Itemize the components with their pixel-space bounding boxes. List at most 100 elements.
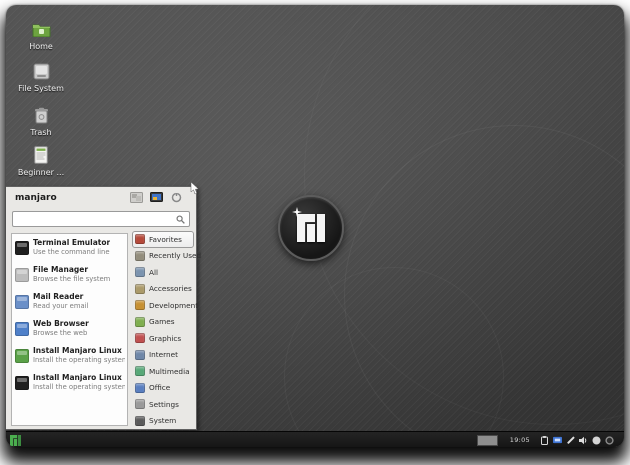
- screenshot-page: Home File System Trash Beginner ... manjaro: [0, 0, 630, 465]
- terminal-icon: [15, 241, 29, 255]
- category-label: Settings: [149, 400, 179, 409]
- applications-menu-button[interactable]: [9, 434, 21, 446]
- updates-icon[interactable]: [605, 435, 614, 445]
- category-office[interactable]: Office: [132, 380, 194, 397]
- manjaro-menu-icon: [10, 435, 21, 446]
- clock[interactable]: 19:05: [510, 436, 530, 444]
- category-label: Office: [149, 383, 170, 392]
- manjaro-logo-icon: [297, 214, 325, 242]
- category-all[interactable]: All: [132, 264, 194, 281]
- app-description: Install the operating system to...: [33, 356, 125, 364]
- wallpaper-swirl: [344, 125, 624, 447]
- category-recently-used[interactable]: Recently Used: [132, 248, 194, 265]
- app-name: Install Manjaro Linux: [33, 347, 125, 356]
- install-cli-icon: [15, 376, 29, 390]
- menu-app-web-browser[interactable]: Web BrowserBrowse the web: [12, 315, 127, 342]
- category-multimedia[interactable]: Multimedia: [132, 363, 194, 380]
- office-icon: [135, 383, 145, 393]
- logout-button[interactable]: [169, 191, 184, 204]
- games-icon: [135, 317, 145, 327]
- category-development[interactable]: Development: [132, 297, 194, 314]
- category-label: Recently Used: [149, 251, 201, 260]
- trash-icon: [31, 105, 51, 125]
- menu-app-file-manager[interactable]: File ManagerBrowse the file system: [12, 261, 127, 288]
- internet-icon: [135, 350, 145, 360]
- beginner-icon: [31, 145, 51, 165]
- taskbar-panel: 19:05: [6, 431, 624, 447]
- category-label: Internet: [149, 350, 178, 359]
- category-label: Multimedia: [149, 367, 190, 376]
- keyboard-layout-icon[interactable]: [553, 435, 562, 445]
- file-manager-icon: [15, 268, 29, 282]
- system-tray: 19:05: [477, 432, 614, 447]
- app-description: Read your email: [33, 302, 88, 310]
- system-icon: [135, 416, 145, 426]
- category-favorites[interactable]: Favorites: [132, 231, 194, 248]
- wallpaper-swirl: [304, 5, 624, 425]
- category-label: Graphics: [149, 334, 181, 343]
- category-settings[interactable]: Settings: [132, 396, 194, 413]
- all-icon: [135, 267, 145, 277]
- menu-app-terminal[interactable]: Terminal EmulatorUse the command line: [12, 234, 127, 261]
- category-internet[interactable]: Internet: [132, 347, 194, 364]
- clipboard-icon[interactable]: [540, 435, 549, 445]
- install-gui-icon: [15, 349, 29, 363]
- category-label: Accessories: [149, 284, 192, 293]
- desktop-icon-file-system[interactable]: File System: [12, 61, 70, 93]
- application-list: Terminal EmulatorUse the command lineFil…: [11, 233, 128, 426]
- category-label: Games: [149, 317, 175, 326]
- mouse-cursor: [190, 182, 200, 195]
- menu-app-install-cli[interactable]: Install Manjaro Linux (cli)Install the o…: [12, 369, 127, 396]
- avatar-icon: [130, 192, 143, 203]
- home-icon: [31, 19, 51, 39]
- recently-used-icon: [135, 251, 145, 261]
- menu-app-mail[interactable]: Mail ReaderRead your email: [12, 288, 127, 315]
- desktop-icon-label: Home: [29, 42, 53, 51]
- category-label: Favorites: [149, 235, 182, 244]
- volume-icon[interactable]: [579, 435, 588, 445]
- category-accessories[interactable]: Accessories: [132, 281, 194, 298]
- category-list: Favorites Recently Used All Accessories Deve…: [132, 231, 194, 429]
- settings-icon: [135, 399, 145, 409]
- search-input[interactable]: [12, 211, 190, 227]
- power-icon: [171, 192, 182, 203]
- menu-username: manjaro: [15, 193, 57, 203]
- pen-icon[interactable]: [566, 435, 575, 445]
- sparkle-icon: [292, 207, 302, 217]
- whisker-menu: manjaro: [6, 186, 197, 430]
- settings-button[interactable]: [149, 191, 164, 204]
- graphics-icon: [135, 333, 145, 343]
- app-description: Use the command line: [33, 248, 110, 256]
- workspace-pager[interactable]: [477, 435, 498, 446]
- desktop-icon-home[interactable]: Home: [12, 19, 70, 51]
- mail-icon: [15, 295, 29, 309]
- user-avatar-button[interactable]: [129, 191, 144, 204]
- desktop-icon-trash[interactable]: Trash: [12, 105, 70, 137]
- desktop-icon-label: File System: [18, 84, 64, 93]
- desktop: Home File System Trash Beginner ... manjaro: [6, 5, 624, 447]
- category-graphics[interactable]: Graphics: [132, 330, 194, 347]
- category-label: All: [149, 268, 158, 277]
- accessories-icon: [135, 284, 145, 294]
- manjaro-wallpaper-emblem: [278, 195, 344, 261]
- category-label: Development: [149, 301, 198, 310]
- menu-header: manjaro: [6, 187, 196, 207]
- wallpaper-swirl: [284, 267, 504, 447]
- app-description: Browse the web: [33, 329, 89, 337]
- menu-app-install-gui[interactable]: Install Manjaro LinuxInstall the operati…: [12, 342, 127, 369]
- category-system[interactable]: System: [132, 413, 194, 430]
- development-icon: [135, 300, 145, 310]
- search-icon: [176, 215, 185, 224]
- app-name: Install Manjaro Linux (cli): [33, 374, 125, 383]
- category-games[interactable]: Games: [132, 314, 194, 331]
- file-system-icon: [31, 61, 51, 81]
- app-name: Mail Reader: [33, 293, 88, 302]
- category-label: System: [149, 416, 176, 425]
- display-settings-icon: [150, 192, 163, 203]
- app-name: Terminal Emulator: [33, 239, 110, 248]
- notifications-icon[interactable]: [592, 435, 601, 445]
- app-name: File Manager: [33, 266, 110, 275]
- desktop-icon-beginner[interactable]: Beginner ...: [12, 145, 70, 177]
- desktop-icon-label: Beginner ...: [18, 168, 64, 177]
- multimedia-icon: [135, 366, 145, 376]
